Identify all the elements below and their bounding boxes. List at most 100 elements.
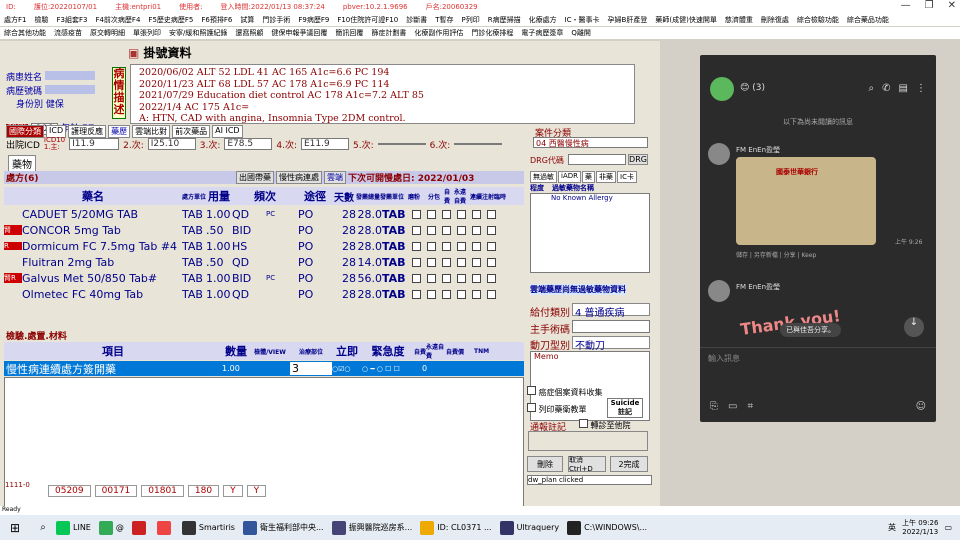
rx-checkbox[interactable] <box>472 289 481 299</box>
menu-icon[interactable]: ⋮ <box>916 83 926 94</box>
menu-item[interactable]: 還窩照顧 <box>235 28 263 38</box>
rx-checkbox[interactable] <box>487 241 496 251</box>
rx-checkbox[interactable] <box>472 209 481 219</box>
card-image[interactable]: 國泰世華銀行 <box>736 157 876 245</box>
history-textbox[interactable]: 2020/06/02 ALT 52 LDL 41 AC 165 A1c=6.6 … <box>130 64 635 124</box>
close-icon[interactable]: ✕ <box>948 0 956 11</box>
taskbar-app[interactable]: ID: CL0371 ... <box>420 520 492 535</box>
taskbar-app[interactable]: 衛生福利部中央... <box>242 520 324 535</box>
menu-item[interactable]: 診斷書 <box>406 15 427 25</box>
done-button[interactable]: 2完成 <box>610 456 648 472</box>
rx-checkbox[interactable] <box>457 257 466 267</box>
menu-item[interactable]: 篩症計劃書 <box>371 28 406 38</box>
rx-checkbox[interactable] <box>487 209 496 219</box>
drg-button[interactable]: DRG <box>628 154 648 165</box>
menu-item[interactable]: T暫存 <box>435 15 453 25</box>
menu-item[interactable]: IC・醫事卡 <box>565 15 600 25</box>
menu-item[interactable]: 安寧/緩和照護紀錄 <box>169 28 227 38</box>
chronic-refill-button[interactable]: 慢性病連處 <box>276 171 322 184</box>
suicide-button[interactable]: Suicide註記 <box>607 398 643 418</box>
rx-checkbox[interactable] <box>412 273 421 283</box>
rx-checkbox[interactable] <box>442 225 451 235</box>
allergy-tab[interactable]: iADR <box>558 171 581 183</box>
menu-item[interactable]: 原交轉明細 <box>90 28 125 38</box>
windows-start-icon[interactable]: ⊞ <box>0 521 30 535</box>
dx2-field[interactable]: I25.10 <box>147 138 196 150</box>
rx-row[interactable]: Olmetec FC 40mg Tab TAB 1.00 QD PO 28 28.0 TAB <box>4 286 524 302</box>
message-input[interactable]: 輸入訊息 <box>708 353 740 364</box>
rx-checkbox[interactable] <box>457 209 466 219</box>
rx-checkbox[interactable] <box>457 289 466 299</box>
call-icon[interactable]: ✆ <box>882 83 890 94</box>
taskbar-app[interactable] <box>131 520 149 535</box>
rx-checkbox[interactable] <box>442 273 451 283</box>
menu-item[interactable]: 健保申報爭議回覆 <box>271 28 327 38</box>
menu-item[interactable]: P列印 <box>461 15 479 25</box>
print-edu-option[interactable]: 列印藥衛教單 <box>527 403 587 415</box>
crop-icon[interactable]: ⌗ <box>747 401 753 412</box>
menu-item[interactable]: Q離開 <box>571 28 591 38</box>
rx-checkbox[interactable] <box>442 289 451 299</box>
search-icon[interactable]: ⌕ <box>869 83 875 94</box>
cloud-button[interactable]: 雲端 <box>324 171 346 184</box>
menu-item[interactable]: 門診手術 <box>262 15 290 25</box>
card-actions[interactable]: 儲存 | 另存新檔 | 分享 | Keep <box>736 250 816 259</box>
rx-checkbox[interactable] <box>427 225 436 235</box>
dx5-field[interactable] <box>377 143 426 145</box>
menu-item[interactable]: 試算 <box>240 15 254 25</box>
menu-item[interactable]: F5歷史病歷F5 <box>148 15 193 25</box>
menu-item[interactable]: F9病歷F9 <box>298 15 329 25</box>
rx-checkbox[interactable] <box>427 273 436 283</box>
rx-row[interactable]: 腎 CONCOR 5mg Tab TAB .50 BID PO 28 28.0 TAB <box>4 222 524 238</box>
cancel-button[interactable]: 取消Ctrl+D <box>568 456 606 473</box>
allergy-tab[interactable]: 藥 <box>582 171 595 183</box>
rx-checkbox[interactable] <box>472 241 481 251</box>
rx-row[interactable]: Fluitran 2mg Tab TAB .50 QD PO 28 14.0 TAB <box>4 254 524 270</box>
menu-item[interactable]: F3組套F3 <box>56 15 87 25</box>
rx-checkbox[interactable] <box>457 273 466 283</box>
delete-button[interactable]: 刪除 <box>527 456 563 472</box>
taskbar-app[interactable]: LINE <box>56 520 91 535</box>
menu-item[interactable]: 處方F1 <box>4 15 26 25</box>
transfer-option[interactable]: 轉診至他院 <box>579 419 631 431</box>
rx-checkbox[interactable] <box>487 273 496 283</box>
clock-date[interactable]: 2022/1/13 <box>902 528 938 537</box>
rx-checkbox[interactable] <box>472 225 481 235</box>
menu-item[interactable]: F6預排F6 <box>201 15 232 25</box>
surgery-code-field[interactable] <box>572 320 650 333</box>
notify-grid[interactable] <box>528 431 648 451</box>
notes-icon[interactable]: ▤ <box>899 83 908 94</box>
scroll-down-icon[interactable]: ↓ <box>904 317 924 337</box>
emoji-icon[interactable]: ☺ <box>916 401 926 412</box>
rx-row[interactable]: 腎R Galvus Met 50/850 Tab# TAB 1.00 BID PC PO 28… <box>4 270 524 286</box>
rx-checkbox[interactable] <box>472 257 481 267</box>
menu-item[interactable]: F4前次病歷F4 <box>95 15 140 25</box>
taskbar-app[interactable] <box>156 520 174 535</box>
taskbar-app[interactable]: C:\WINDOWS\... <box>567 520 647 535</box>
menu-item[interactable]: 孕婦B肝產登 <box>608 15 648 25</box>
notification-icon[interactable]: ▭ <box>944 523 952 532</box>
menu-item[interactable]: R病歷掃描 <box>488 15 521 25</box>
rx-checkbox[interactable] <box>487 225 496 235</box>
menu-item[interactable]: 藥師(成健)快速開單 <box>655 15 716 25</box>
menu-item[interactable]: F10住院許可證F10 <box>337 15 398 25</box>
main-dx-field[interactable]: I11.9 <box>69 138 120 150</box>
rx-checkbox[interactable] <box>412 209 421 219</box>
dx4-field[interactable]: E11.9 <box>301 138 349 150</box>
menu-item[interactable]: 化療處方 <box>529 15 557 25</box>
exam-row[interactable]: 慢性病連續處方簽開藥 1.00 3 ○☑○ ○ ━ ○ ☐ ☐ 0 <box>4 361 524 376</box>
rx-checkbox[interactable] <box>442 209 451 219</box>
rx-checkbox[interactable] <box>412 289 421 299</box>
drug-tab[interactable]: 藥物 <box>8 155 36 172</box>
dx6-field[interactable] <box>454 143 503 145</box>
allergy-tab[interactable]: 無過敏 <box>530 171 557 183</box>
rx-row[interactable]: R Dormicum FC 7.5mg Tab #4 TAB 1.00 HS PO 28 28… <box>4 238 524 254</box>
taskbar-app[interactable]: 振興醫院巡房系... <box>331 520 412 535</box>
menu-item[interactable]: 流感疫苗 <box>54 28 82 38</box>
menu-item[interactable]: 簡訊回覆 <box>335 28 363 38</box>
menu-item[interactable]: 電子病歷簽章 <box>521 28 563 38</box>
rx-checkbox[interactable] <box>487 257 496 267</box>
travel-meds-button[interactable]: 出國帶藥 <box>236 171 274 184</box>
rx-checkbox[interactable] <box>412 241 421 251</box>
taskbar-app[interactable]: Ultraquery <box>499 520 559 535</box>
